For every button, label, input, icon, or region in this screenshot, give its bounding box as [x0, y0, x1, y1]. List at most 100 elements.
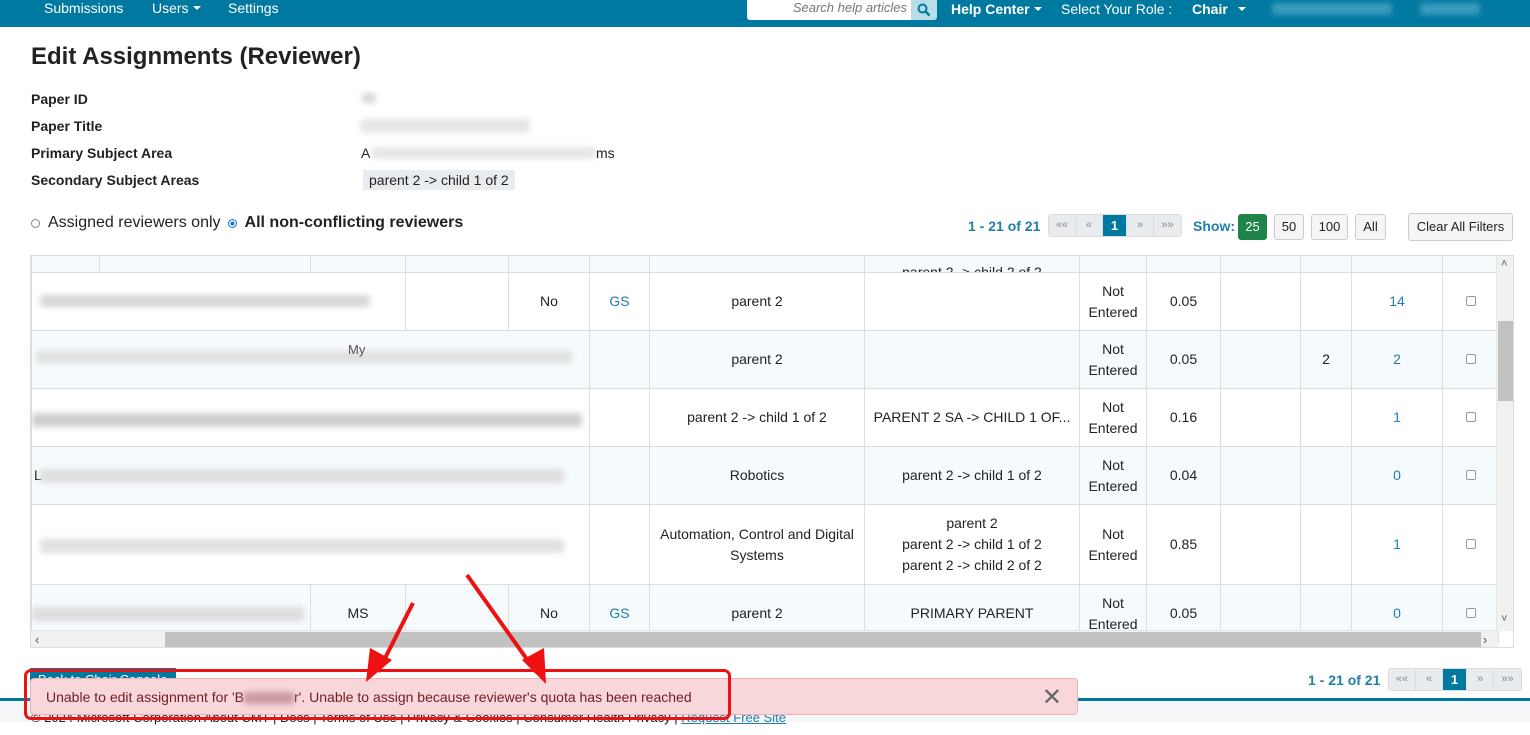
table-row[interactable]: No GS parent 2 Not Entered 0.05 14: [31, 272, 1499, 331]
cell-gs-link[interactable]: [589, 388, 650, 447]
assign-checkbox[interactable]: [1465, 539, 1476, 549]
vertical-scroll-thumb[interactable]: [1498, 321, 1513, 401]
cell-count-link[interactable]: 2: [1351, 330, 1443, 389]
page-1-button[interactable]: 1: [1443, 669, 1467, 690]
cell-bid: Not Entered: [1079, 446, 1147, 505]
last-page-button[interactable]: »»: [1154, 215, 1181, 236]
secondary-line: parent 2 -> child 2 of 2: [902, 557, 1042, 573]
assign-checkbox[interactable]: [1465, 296, 1476, 306]
horizontal-scrollbar[interactable]: ‹ ›: [31, 630, 1498, 647]
top-navbar: Submissions Users Settings Search help a…: [0, 0, 1530, 27]
last-page-button[interactable]: »»: [1494, 669, 1521, 690]
paper-id-value-blurred: [362, 93, 376, 103]
bid-line1: Not: [1102, 594, 1124, 611]
reviewer-info-blurred: [40, 469, 564, 483]
primary-subject-label: Primary Subject Area: [31, 145, 173, 161]
cell-empty: [1220, 388, 1301, 447]
cell-score: 0.16: [1146, 388, 1221, 447]
page-1-button[interactable]: 1: [1103, 215, 1127, 236]
first-page-button[interactable]: ««: [1389, 669, 1416, 690]
cell-secondary-area: [864, 330, 1080, 389]
page-size-100[interactable]: 100: [1311, 214, 1348, 240]
scroll-right-icon[interactable]: ›: [1483, 632, 1487, 647]
cell-assigned: 2: [1300, 330, 1352, 389]
prev-page-button[interactable]: «: [1076, 215, 1103, 236]
paper-title-label: Paper Title: [31, 118, 103, 134]
partial-secondary: parent 2 -> child 2 of 2: [902, 264, 1042, 273]
cell-conflict: No: [508, 272, 590, 331]
prev-page-button[interactable]: «: [1416, 669, 1443, 690]
caret-down-icon: [1237, 7, 1246, 12]
nav-submissions-label: Submissions: [44, 0, 124, 16]
table-row[interactable]: parent 2 -> child 1 of 2 PARENT 2 SA -> …: [31, 388, 1499, 447]
help-search-button[interactable]: [911, 0, 937, 20]
bid-line1: Not: [1102, 282, 1124, 299]
radio-assigned-only[interactable]: [31, 218, 40, 228]
bid-line2: Entered: [1088, 477, 1138, 494]
assign-checkbox[interactable]: [1465, 412, 1476, 422]
close-icon[interactable]: ✕: [1042, 679, 1062, 716]
assign-checkbox[interactable]: [1465, 470, 1476, 480]
cell-gs-link[interactable]: [589, 446, 650, 505]
result-range: 1 - 21 of: [968, 218, 1021, 234]
cell-empty: [1220, 446, 1301, 505]
next-page-button[interactable]: »: [1127, 215, 1154, 236]
cell-primary-area: parent 2 -> child 1 of 2: [649, 388, 865, 447]
all-non-conflicting-label[interactable]: All non-conflicting reviewers: [245, 214, 464, 232]
help-search-input[interactable]: Search help articles: [747, 0, 912, 20]
nav-users[interactable]: Users: [152, 0, 201, 16]
assigned-only-label[interactable]: Assigned reviewers only: [48, 214, 221, 232]
search-placeholder: Search help articles: [792, 0, 907, 15]
table-row[interactable]: L Robotics parent 2 -> child 1 of 2 Not E…: [31, 446, 1499, 505]
table-row[interactable]: Automation, Control and Digital Systems …: [31, 504, 1499, 585]
next-page-button[interactable]: »: [1467, 669, 1494, 690]
cell-secondary-area: PARENT 2 SA -> CHILD 1 OF...: [864, 388, 1080, 447]
pagination-bottom: «« « 1 » »»: [1388, 668, 1522, 691]
table-row[interactable]: My parent 2 Not Entered 0.05 2 2: [31, 330, 1499, 389]
reviewers-table-container: parent 2 -> child 2 of 2 No GS parent 2 …: [30, 255, 1514, 648]
reviewer-info-blurred: [40, 539, 564, 553]
show-label: Show:: [1193, 218, 1235, 234]
nav-submissions[interactable]: Submissions: [44, 0, 123, 16]
page-size-25[interactable]: 25: [1238, 214, 1267, 240]
vertical-scrollbar[interactable]: ˄ ˅: [1496, 256, 1513, 631]
first-page-button[interactable]: ««: [1049, 215, 1076, 236]
cell-gs-link[interactable]: [589, 504, 650, 585]
help-center-menu[interactable]: Help Center: [951, 1, 1042, 17]
secondary-subject-tag: parent 2 -> child 1 of 2: [363, 170, 515, 190]
help-center-label: Help Center: [951, 1, 1030, 17]
assign-checkbox[interactable]: [1465, 608, 1476, 618]
secondary-line: parent 2 -> child 1 of 2: [902, 536, 1042, 552]
cell-count-link[interactable]: 1: [1351, 504, 1443, 585]
cell-gs-link[interactable]: GS: [589, 272, 650, 331]
result-count: 1 - 21 of 21: [968, 218, 1040, 234]
cell-score: 0.85: [1146, 504, 1221, 585]
horizontal-scroll-thumb[interactable]: [165, 632, 1481, 647]
result-total: 21: [1364, 672, 1381, 688]
bid-line2: Entered: [1088, 361, 1138, 378]
reviewer-filter: Assigned reviewers only All non-conflict…: [31, 214, 463, 232]
radio-all-non-conflicting[interactable]: [227, 218, 237, 228]
cell-secondary-area: parent 2 parent 2 -> child 1 of 2 parent…: [864, 504, 1080, 585]
clear-all-filters-button[interactable]: Clear All Filters: [1408, 213, 1513, 241]
bid-line2: Entered: [1088, 419, 1138, 436]
scroll-up-icon[interactable]: ˄: [1501, 258, 1507, 270]
role-select[interactable]: Chair: [1192, 1, 1246, 17]
cell-count-link[interactable]: 1: [1351, 388, 1443, 447]
cell-gs-link[interactable]: [589, 330, 650, 389]
assign-checkbox[interactable]: [1465, 354, 1476, 364]
scroll-left-icon[interactable]: ‹: [35, 632, 39, 647]
cell-count-link[interactable]: 14: [1351, 272, 1443, 331]
nav-settings[interactable]: Settings: [228, 0, 279, 16]
caret-down-icon: [192, 6, 201, 11]
reviewer-info-blurred: [36, 351, 572, 363]
cell-primary-area: parent 2: [649, 272, 865, 331]
user-name-blurred[interactable]: [1272, 3, 1392, 15]
page-size-50[interactable]: 50: [1274, 214, 1304, 240]
cell-count-link[interactable]: 0: [1351, 446, 1443, 505]
scroll-down-icon[interactable]: ˅: [1501, 613, 1507, 625]
result-range: 1 - 21 of: [1308, 672, 1361, 688]
user-menu-blurred[interactable]: [1420, 3, 1480, 15]
bid-line1: Not: [1102, 340, 1124, 357]
page-size-all[interactable]: All: [1355, 214, 1386, 240]
